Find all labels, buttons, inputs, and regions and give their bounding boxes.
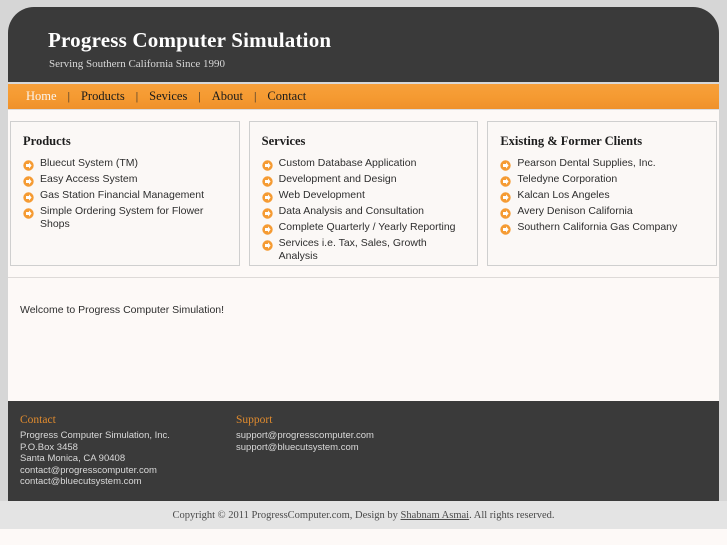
copyright-prefix: Copyright © 2011 ProgressComputer.com, D… [172,509,401,521]
list-item[interactable]: Avery Denison California [500,205,704,219]
nav-separator: | [198,89,201,103]
nav-item-home[interactable]: Home [26,89,57,104]
list-item-label: Southern California Gas Company [517,221,678,233]
page-gutter [0,0,8,545]
list-item[interactable]: Gas Station Financial Management [23,189,227,203]
page-bottom-strip [0,529,727,545]
arrow-circle-right-icon [261,206,273,219]
list-item[interactable]: Pearson Dental Supplies, Inc. [500,157,704,171]
nav-separator: | [135,89,139,103]
list-item-label: Web Development [278,189,365,201]
list-item[interactable]: Southern California Gas Company [500,221,704,235]
panel-list: Bluecut System (TM) Easy Access System Gas… [23,157,227,231]
footer-contact-line: P.O.Box 3458 [20,441,78,453]
list-item-label: Kalcan Los Angeles [517,189,610,201]
panel-list: Custom Database Application Development a… [261,157,466,263]
arrow-circle-right-icon [261,222,273,235]
nav-separator: | [67,89,70,103]
arrow-circle-right-icon [500,222,512,235]
welcome-section: Welcome to Progress Computer Simulation! [8,277,719,401]
copyright-suffix: . All rights reserved. [469,509,555,521]
arrow-circle-right-icon [23,174,34,187]
list-item[interactable]: Simple Ordering System for Flower Shops [23,205,227,231]
list-item[interactable]: Bluecut System (TM) [23,157,227,171]
list-item-label: Simple Ordering System for Flower Shops [40,205,204,230]
arrow-circle-right-icon [500,158,512,171]
panel-title: Products [23,134,71,148]
list-item[interactable]: Data Analysis and Consultation [261,205,466,219]
panel-title: Services [261,134,306,148]
arrow-circle-right-icon [500,190,512,203]
footer-support-heading: Support [236,414,273,426]
site-footer: Contact Progress Computer Simulation, In… [8,401,719,501]
list-item-label: Complete Quarterly / Yearly Reporting [278,221,456,233]
arrow-circle-right-icon [23,158,34,171]
main-navigation: Home | Products | Sevices | About | Contact [8,83,719,110]
footer-support-line: support@progresscomputer.com [236,430,374,441]
panel-products: Products Bluecut System (TM) Easy Access S… [10,121,240,266]
arrow-circle-right-icon [261,238,273,251]
arrow-circle-right-icon [23,206,34,219]
arrow-circle-right-icon [23,190,34,203]
copyright-text: Copyright © 2011 ProgressComputer.com, D… [172,510,554,521]
footer-contact-line: Santa Monica, CA 90408 [20,453,126,464]
arrow-circle-right-icon [500,174,512,187]
list-item[interactable]: Easy Access System [23,173,227,187]
arrow-circle-right-icon [500,206,512,219]
welcome-text: Welcome to Progress Computer Simulation! [20,304,225,316]
list-item[interactable]: Teledyne Corporation [500,173,704,187]
footer-support-line: support@bluecutsystem.com [236,441,359,453]
list-item-label: Easy Access System [40,173,138,185]
list-item[interactable]: Web Development [261,189,466,203]
list-item[interactable]: Custom Database Application [261,157,466,171]
list-item[interactable]: Services i.e. Tax, Sales, Growth Analysi… [261,237,466,263]
list-item[interactable]: Development and Design [261,173,466,187]
panel-title: Existing & Former Clients [500,134,643,148]
footer-contact-line: Progress Computer Simulation, Inc. [20,430,170,441]
list-item[interactable]: Complete Quarterly / Yearly Reporting [261,221,466,235]
panel-list: Pearson Dental Supplies, Inc. Teledyne Co… [500,157,704,235]
footer-contact-line: contact@bluecutsystem.com [20,476,142,487]
nav-separator: | [253,89,257,103]
list-item-label: Gas Station Financial Management [40,189,205,201]
site-tagline: Serving Southern California Since 1990 [49,58,225,70]
arrow-circle-right-icon [261,190,273,203]
footer-support-column: Support support@progresscomputer.com supp… [236,414,374,453]
nav-item-contact[interactable]: Contact [267,89,306,104]
nav-item-products[interactable]: Products [81,89,125,104]
list-item-label: Bluecut System (TM) [40,157,139,169]
panel-columns: Products Bluecut System (TM) Easy Access S… [8,121,719,266]
site-header: Progress Computer Simulation Serving Sou… [8,7,719,82]
nav-item-about[interactable]: About [212,89,243,104]
arrow-circle-right-icon [261,158,273,171]
list-item-label: Custom Database Application [278,157,417,169]
site-title: Progress Computer Simulation [48,28,332,52]
list-item[interactable]: Kalcan Los Angeles [500,189,704,203]
list-item-label: Data Analysis and Consultation [278,205,425,217]
footer-contact-heading: Contact [20,414,56,426]
panel-existing-former-clients: Existing & Former Clients Pearson Dental … [487,121,718,266]
arrow-circle-right-icon [261,174,273,187]
list-item-label: Services i.e. Tax, Sales, Growth Analysi… [278,237,427,262]
main-content: Products Bluecut System (TM) Easy Access S… [8,110,719,401]
list-item-label: Avery Denison California [517,205,633,217]
list-item-label: Development and Design [278,173,397,185]
footer-contact-line: contact@progresscomputer.com [20,464,157,476]
page-root: Progress Computer Simulation Serving Sou… [0,0,727,545]
panel-services: Services Custom Database Application Devel… [248,121,479,266]
designer-link[interactable]: Shabnam Asmai [401,510,470,521]
list-item-label: Teledyne Corporation [517,173,618,185]
copyright-bar: Copyright © 2011 ProgressComputer.com, D… [0,501,727,529]
footer-contact-column: Contact Progress Computer Simulation, In… [20,414,170,488]
nav-item-sevices[interactable]: Sevices [149,89,187,104]
list-item-label: Pearson Dental Supplies, Inc. [517,157,656,169]
